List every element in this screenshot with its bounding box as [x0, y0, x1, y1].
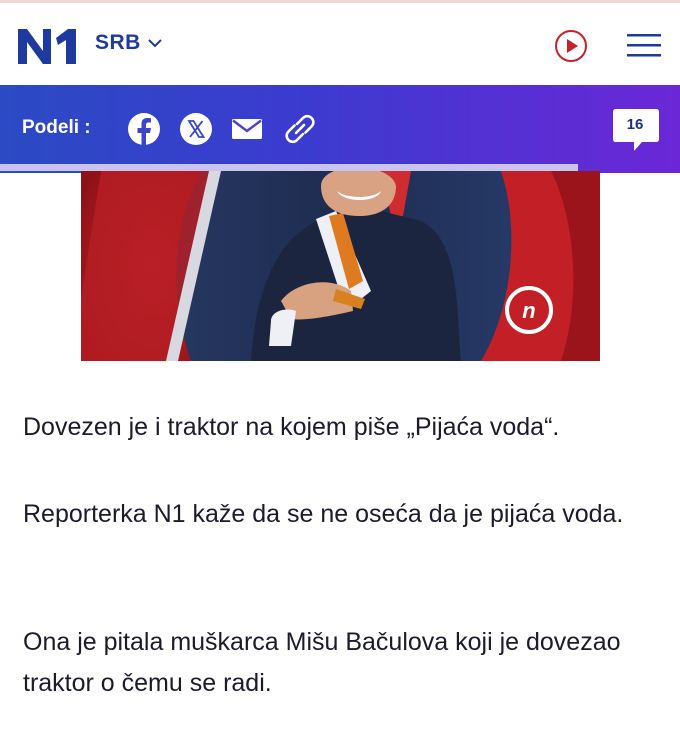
x-icon[interactable] [179, 112, 213, 146]
region-label: SRB [95, 31, 141, 54]
article-image: n [81, 171, 600, 361]
site-header: SRB [0, 3, 680, 85]
n1-logo[interactable] [16, 26, 80, 66]
reading-progress-bar [0, 164, 578, 171]
share-label: Podeli : [22, 117, 91, 138]
share-bar: Podeli : 16 [0, 85, 680, 173]
link-icon[interactable] [283, 112, 317, 146]
article-paragraph: Reporterka N1 kaže da se ne oseća da je … [23, 500, 624, 528]
presenter-photo: n [81, 171, 600, 361]
svg-text:n: n [522, 298, 535, 323]
article-paragraph: Ona je pitala muškarca Mišu Bačulova koj… [23, 628, 621, 697]
article-paragraph: Dovezen je i traktor na kojem piše „Pija… [23, 413, 560, 441]
mail-icon[interactable] [230, 112, 264, 146]
play-icon[interactable] [554, 29, 588, 63]
chevron-down-icon [148, 39, 162, 48]
region-selector[interactable]: SRB [95, 31, 163, 55]
hamburger-menu-icon[interactable] [627, 31, 661, 59]
comment-count: 16 [626, 116, 644, 133]
facebook-icon[interactable] [127, 112, 161, 146]
